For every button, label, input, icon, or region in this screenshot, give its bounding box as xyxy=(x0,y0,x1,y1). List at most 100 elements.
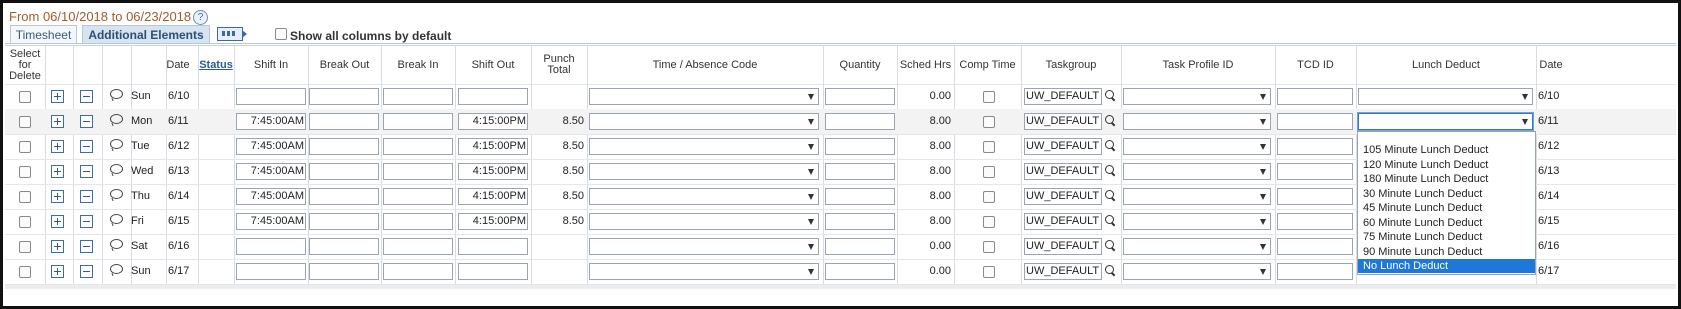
break-out-input[interactable] xyxy=(309,188,379,205)
comp-time-checkbox[interactable] xyxy=(983,216,995,228)
magnifier-icon[interactable] xyxy=(1105,215,1114,224)
magnifier-icon[interactable] xyxy=(1105,165,1114,174)
select-delete-checkbox[interactable] xyxy=(19,91,31,103)
lunch-deduct-select[interactable] xyxy=(1358,88,1533,105)
break-in-input[interactable] xyxy=(383,163,453,180)
lunch-deduct-option[interactable]: 180 Minute Lunch Deduct xyxy=(1358,172,1535,186)
shift-out-input[interactable]: 4:15:00PM xyxy=(458,138,528,155)
shift-in-input[interactable]: 7:45:00AM xyxy=(236,163,306,180)
break-out-input[interactable] xyxy=(309,163,379,180)
taskgroup-input[interactable]: UW_DEFAULT xyxy=(1024,88,1102,105)
comment-icon[interactable] xyxy=(110,189,123,199)
plus-icon[interactable] xyxy=(51,190,64,203)
lunch-deduct-option[interactable]: No Lunch Deduct xyxy=(1358,259,1535,273)
quantity-input[interactable] xyxy=(825,88,895,105)
minus-icon[interactable] xyxy=(80,265,93,278)
task-profile-select[interactable] xyxy=(1123,138,1271,155)
break-out-input[interactable] xyxy=(309,113,379,130)
lunch-deduct-option[interactable]: 60 Minute Lunch Deduct xyxy=(1358,216,1535,230)
lunch-deduct-option[interactable]: 30 Minute Lunch Deduct xyxy=(1358,187,1535,201)
time-absence-code-select[interactable] xyxy=(589,213,819,230)
tcd-id-input[interactable] xyxy=(1277,188,1353,205)
select-delete-checkbox[interactable] xyxy=(19,266,31,278)
task-profile-select[interactable] xyxy=(1123,238,1271,255)
tcd-id-input[interactable] xyxy=(1277,263,1353,280)
shift-in-input[interactable] xyxy=(236,263,306,280)
magnifier-icon[interactable] xyxy=(1105,265,1114,274)
comment-icon[interactable] xyxy=(110,114,123,124)
taskgroup-input[interactable]: UW_DEFAULT xyxy=(1024,163,1102,180)
minus-icon[interactable] xyxy=(80,140,93,153)
shift-in-input[interactable]: 7:45:00AM xyxy=(236,188,306,205)
comp-time-checkbox[interactable] xyxy=(983,191,995,203)
break-out-input[interactable] xyxy=(309,238,379,255)
magnifier-icon[interactable] xyxy=(1105,90,1114,99)
comment-icon[interactable] xyxy=(110,264,123,274)
lunch-deduct-option[interactable]: 105 Minute Lunch Deduct xyxy=(1358,143,1535,157)
magnifier-icon[interactable] xyxy=(1105,240,1114,249)
select-delete-checkbox[interactable] xyxy=(19,241,31,253)
lunch-deduct-select[interactable] xyxy=(1358,113,1533,130)
quantity-input[interactable] xyxy=(825,213,895,230)
minus-icon[interactable] xyxy=(80,190,93,203)
comp-time-checkbox[interactable] xyxy=(983,91,995,103)
taskgroup-input[interactable]: UW_DEFAULT xyxy=(1024,238,1102,255)
tab-additional-elements[interactable]: Additional Elements xyxy=(82,25,210,44)
taskgroup-input[interactable]: UW_DEFAULT xyxy=(1024,138,1102,155)
plus-icon[interactable] xyxy=(51,140,64,153)
time-absence-code-select[interactable] xyxy=(589,113,819,130)
task-profile-select[interactable] xyxy=(1123,188,1271,205)
tcd-id-input[interactable] xyxy=(1277,213,1353,230)
break-in-input[interactable] xyxy=(383,188,453,205)
quantity-input[interactable] xyxy=(825,188,895,205)
lunch-deduct-option[interactable]: 75 Minute Lunch Deduct xyxy=(1358,230,1535,244)
time-absence-code-select[interactable] xyxy=(589,138,819,155)
taskgroup-input[interactable]: UW_DEFAULT xyxy=(1024,188,1102,205)
quantity-input[interactable] xyxy=(825,163,895,180)
magnifier-icon[interactable] xyxy=(1105,190,1114,199)
comp-time-checkbox[interactable] xyxy=(983,116,995,128)
tab-expand-icon[interactable] xyxy=(217,27,247,41)
shift-out-input[interactable]: 4:15:00PM xyxy=(458,188,528,205)
tab-timesheet[interactable]: Timesheet xyxy=(10,25,77,44)
taskgroup-input[interactable]: UW_DEFAULT xyxy=(1024,263,1102,280)
break-in-input[interactable] xyxy=(383,213,453,230)
time-absence-code-select[interactable] xyxy=(589,238,819,255)
shift-in-input[interactable] xyxy=(236,238,306,255)
break-in-input[interactable] xyxy=(383,263,453,280)
select-delete-checkbox[interactable] xyxy=(19,216,31,228)
minus-icon[interactable] xyxy=(80,240,93,253)
lunch-deduct-option[interactable]: 90 Minute Lunch Deduct xyxy=(1358,245,1535,259)
tcd-id-input[interactable] xyxy=(1277,163,1353,180)
shift-out-input[interactable]: 4:15:00PM xyxy=(458,213,528,230)
taskgroup-input[interactable]: UW_DEFAULT xyxy=(1024,113,1102,130)
plus-icon[interactable] xyxy=(51,240,64,253)
comment-icon[interactable] xyxy=(110,164,123,174)
shift-in-input[interactable]: 7:45:00AM xyxy=(236,113,306,130)
plus-icon[interactable] xyxy=(51,265,64,278)
shift-out-input[interactable] xyxy=(458,238,528,255)
select-delete-checkbox[interactable] xyxy=(19,191,31,203)
taskgroup-input[interactable]: UW_DEFAULT xyxy=(1024,213,1102,230)
plus-icon[interactable] xyxy=(51,115,64,128)
time-absence-code-select[interactable] xyxy=(589,88,819,105)
tcd-id-input[interactable] xyxy=(1277,113,1353,130)
minus-icon[interactable] xyxy=(80,165,93,178)
col-status[interactable]: Status xyxy=(198,46,234,84)
show-all-checkbox[interactable] xyxy=(275,28,287,40)
shift-out-input[interactable] xyxy=(458,263,528,280)
shift-in-input[interactable]: 7:45:00AM xyxy=(236,213,306,230)
comment-icon[interactable] xyxy=(110,214,123,224)
magnifier-icon[interactable] xyxy=(1105,140,1114,149)
shift-in-input[interactable] xyxy=(236,88,306,105)
comp-time-checkbox[interactable] xyxy=(983,266,995,278)
lunch-deduct-option[interactable]: 45 Minute Lunch Deduct xyxy=(1358,201,1535,215)
comment-icon[interactable] xyxy=(110,139,123,149)
comment-icon[interactable] xyxy=(110,239,123,249)
quantity-input[interactable] xyxy=(825,113,895,130)
time-absence-code-select[interactable] xyxy=(589,163,819,180)
shift-out-input[interactable] xyxy=(458,88,528,105)
shift-out-input[interactable]: 4:15:00PM xyxy=(458,113,528,130)
lunch-deduct-dropdown-list[interactable]: 105 Minute Lunch Deduct 120 Minute Lunch … xyxy=(1357,131,1536,275)
task-profile-select[interactable] xyxy=(1123,263,1271,280)
